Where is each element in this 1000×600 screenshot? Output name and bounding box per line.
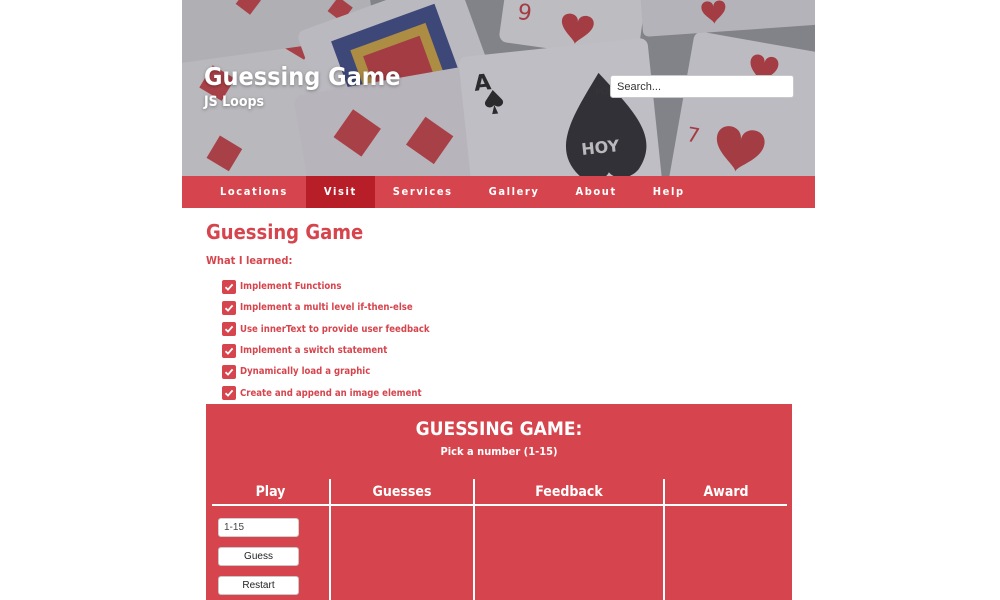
checklist-item-label: Dynamically load a graphic xyxy=(240,366,371,378)
checklist-item: Dynamically load a graphic xyxy=(222,361,430,382)
hero-banner: 9 A HOY POKER 7 xyxy=(182,0,815,176)
site-title: Guessing Game xyxy=(204,62,401,91)
restart-button[interactable]: Restart xyxy=(218,576,299,595)
site-subtitle: JS Loops xyxy=(204,94,264,110)
search-input[interactable] xyxy=(610,75,794,98)
learned-label: What I learned: xyxy=(206,254,293,267)
checklist-item: Implement Functions xyxy=(222,276,430,297)
guess-button[interactable]: Guess xyxy=(218,547,299,566)
checklist-item: Implement a switch statement xyxy=(222,340,430,361)
checkbox-checked-icon xyxy=(222,279,236,294)
checklist-item: Use innerText to provide user feedback xyxy=(222,319,430,340)
game-instructions: Pick a number (1-15) xyxy=(440,445,558,458)
feedback-cell xyxy=(475,508,663,600)
page-heading: Guessing Game xyxy=(206,220,364,244)
main-nav: Locations Visit Services Gallery About H… xyxy=(182,176,815,208)
nav-item-services[interactable]: Services xyxy=(375,176,471,208)
learned-checklist: Implement Functions Implement a multi le… xyxy=(222,276,430,404)
checklist-item-label: Use innerText to provide user feedback xyxy=(240,323,430,335)
checklist-item-label: Implement a multi level if-then-else xyxy=(240,302,413,314)
guessing-game-panel: GUESSING GAME: Pick a number (1-15) Play… xyxy=(206,404,792,600)
checkbox-checked-icon xyxy=(222,343,236,358)
column-header-award: Award xyxy=(703,484,749,500)
checklist-item-label: Implement a switch statement xyxy=(240,345,388,357)
nav-item-visit[interactable]: Visit xyxy=(305,176,375,208)
checklist-item-label: Create and append an image element xyxy=(240,387,422,399)
checkbox-checked-icon xyxy=(222,322,236,337)
checklist-item: Create and append an image element xyxy=(222,382,430,403)
checkbox-checked-icon xyxy=(222,300,236,315)
checkbox-checked-icon xyxy=(222,364,236,379)
guess-number-input[interactable] xyxy=(218,518,299,537)
guesses-cell xyxy=(331,508,473,600)
nav-item-about[interactable]: About xyxy=(557,176,634,208)
table-header-divider xyxy=(212,504,787,506)
checkbox-checked-icon xyxy=(222,386,236,401)
award-cell xyxy=(665,508,787,600)
checklist-item-label: Implement Functions xyxy=(240,281,342,293)
column-header-play: Play xyxy=(255,484,286,500)
game-title: GUESSING GAME: xyxy=(415,418,583,440)
nav-item-locations[interactable]: Locations xyxy=(202,176,306,208)
page: 9 A HOY POKER 7 xyxy=(182,0,815,600)
nav-item-gallery[interactable]: Gallery xyxy=(471,176,558,208)
column-header-guesses: Guesses xyxy=(372,484,432,500)
column-header-feedback: Feedback xyxy=(535,484,603,500)
nav-item-help[interactable]: Help xyxy=(635,176,703,208)
checklist-item: Implement a multi level if-then-else xyxy=(222,297,430,318)
